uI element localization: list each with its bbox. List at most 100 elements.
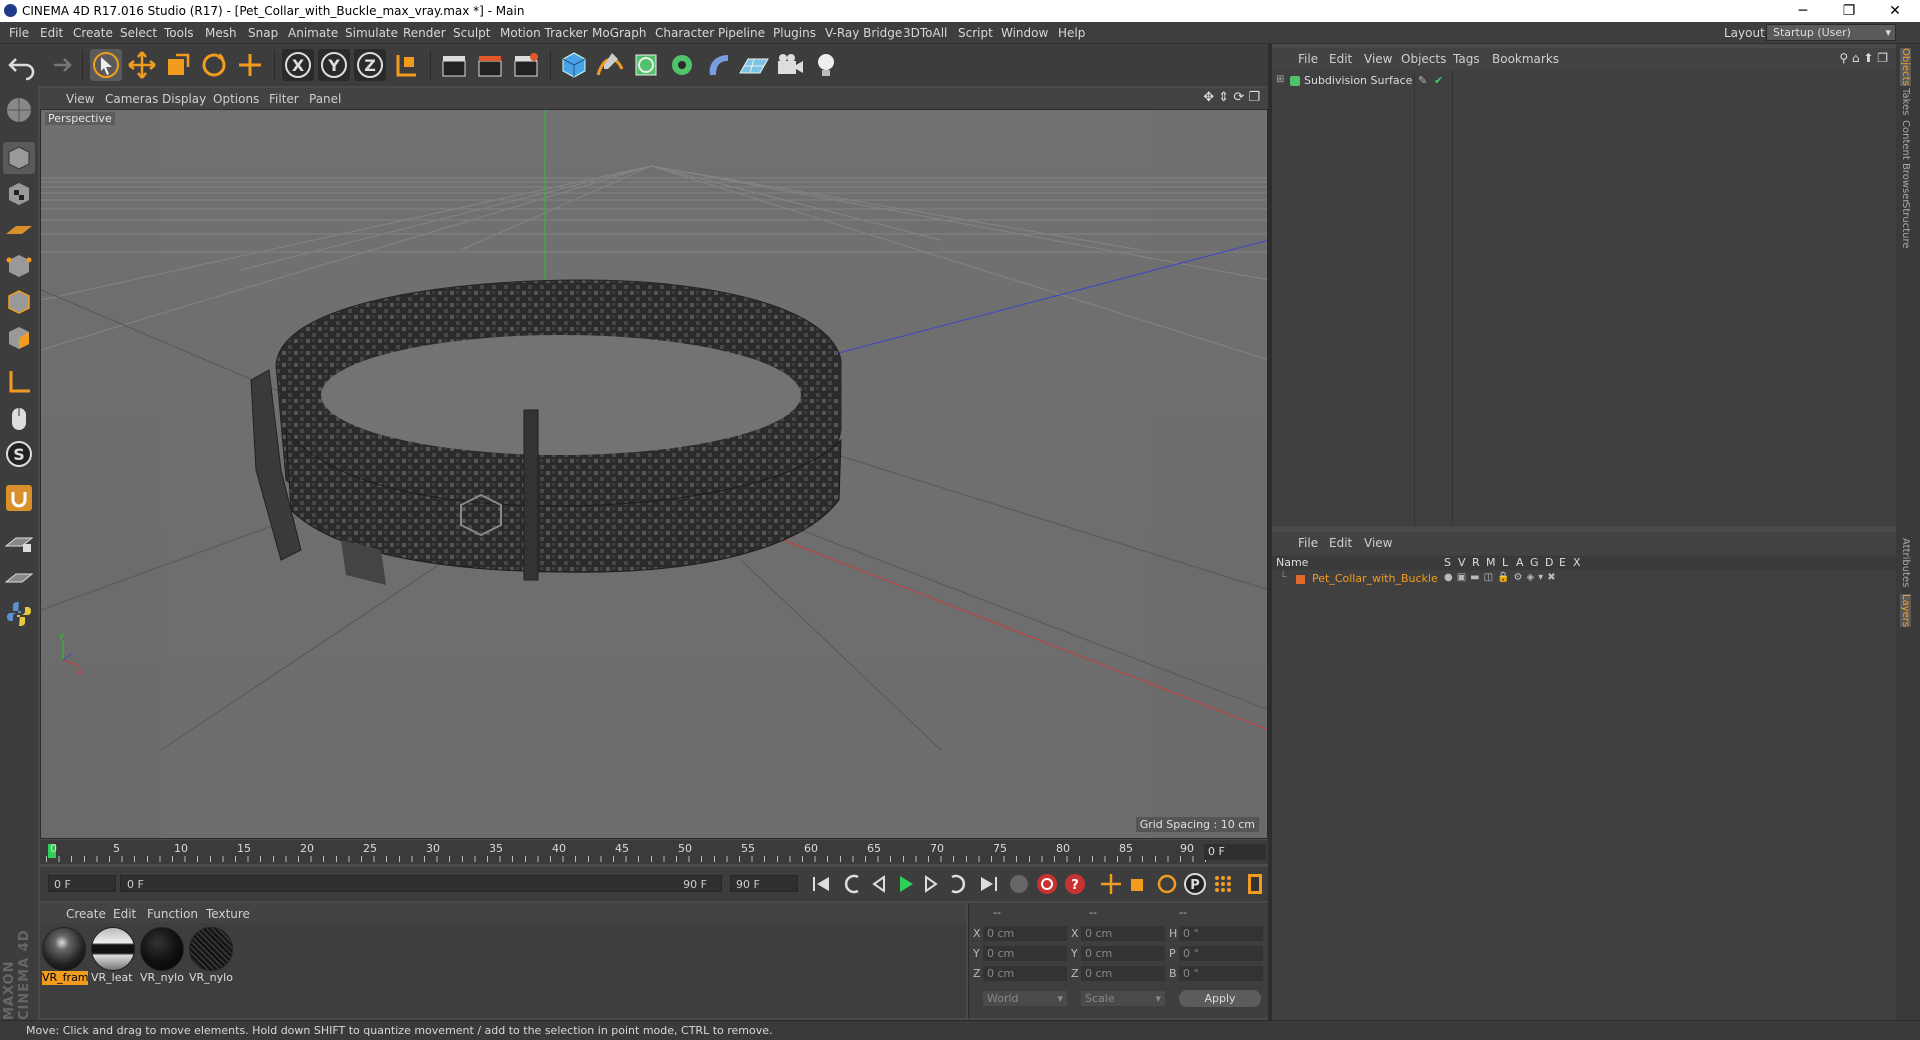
- edit-toggle-icon[interactable]: ✎: [1418, 74, 1427, 87]
- key-parameter-button[interactable]: P: [1182, 871, 1208, 897]
- menu-3dtoall[interactable]: 3DToAll: [903, 26, 947, 40]
- layer-menu-file[interactable]: File: [1298, 536, 1318, 550]
- menu-window[interactable]: Window: [1001, 26, 1048, 40]
- z-axis-button[interactable]: Z: [354, 49, 386, 81]
- position-x-field[interactable]: 0 cm: [983, 926, 1067, 941]
- perspective-viewport[interactable]: y x Perspective Grid Spacing : 10 cm: [40, 109, 1268, 839]
- obj-menu-edit[interactable]: Edit: [1329, 52, 1352, 66]
- next-key-button[interactable]: [944, 871, 970, 897]
- render-settings-button[interactable]: [510, 49, 542, 81]
- workplane-button[interactable]: [3, 214, 35, 246]
- column-r[interactable]: R: [1472, 556, 1480, 569]
- cube-button[interactable]: [558, 49, 590, 81]
- tab-objects[interactable]: Objects: [1900, 48, 1911, 86]
- position-z-field[interactable]: 0 cm: [983, 966, 1067, 981]
- menu-file[interactable]: File: [9, 26, 29, 40]
- material-swatch[interactable]: VR_fram: [42, 927, 88, 987]
- menu-plugins[interactable]: Plugins: [773, 26, 816, 40]
- column-l[interactable]: L: [1502, 556, 1508, 569]
- material-swatch[interactable]: VR_nylo: [189, 927, 235, 987]
- python-button[interactable]: [3, 598, 35, 630]
- size-y-field[interactable]: 0 cm: [1081, 946, 1165, 961]
- current-frame-field[interactable]: 0 F: [1204, 844, 1266, 860]
- layer-color-swatch[interactable]: [1296, 575, 1305, 584]
- record-button[interactable]: [1034, 871, 1060, 897]
- floor-button[interactable]: [738, 49, 770, 81]
- menu-tools[interactable]: Tools: [164, 26, 194, 40]
- tab-layers[interactable]: Layers: [1900, 594, 1911, 628]
- obj-menu-tags[interactable]: Tags: [1453, 52, 1480, 66]
- column-s[interactable]: S: [1444, 556, 1451, 569]
- model-mode-button[interactable]: [3, 142, 35, 174]
- obj-menu-file[interactable]: File: [1298, 52, 1318, 66]
- menu-mesh[interactable]: Mesh: [205, 26, 237, 40]
- menu-character[interactable]: Character: [655, 26, 714, 40]
- y-axis-button[interactable]: Y: [318, 49, 350, 81]
- menu-script[interactable]: Script: [958, 26, 993, 40]
- previous-key-button[interactable]: [840, 871, 866, 897]
- column-g[interactable]: G: [1530, 556, 1539, 569]
- tab-attributes[interactable]: Attributes: [1900, 538, 1911, 587]
- timeline-ruler[interactable]: 0 5 10 15 20 25 30 35 40 45 50 55 60 65 …: [40, 840, 1268, 864]
- play-button[interactable]: [892, 871, 918, 897]
- vp-menu-filter[interactable]: Filter: [269, 92, 299, 106]
- coordinate-mode-select[interactable]: World ▾: [983, 991, 1067, 1006]
- material-swatch[interactable]: VR_leat: [91, 927, 137, 987]
- menu-edit[interactable]: Edit: [40, 26, 63, 40]
- expand-icon[interactable]: ⊞: [1276, 74, 1284, 85]
- column-a[interactable]: A: [1516, 556, 1524, 569]
- column-m[interactable]: M: [1486, 556, 1496, 569]
- redo-button[interactable]: [42, 49, 74, 81]
- restore-button[interactable]: ❐: [1826, 0, 1872, 22]
- mat-menu-texture[interactable]: Texture: [206, 907, 250, 921]
- vp-menu-display[interactable]: Display: [162, 92, 206, 106]
- motion-path-button[interactable]: [1006, 871, 1032, 897]
- enable-snap-button[interactable]: [3, 482, 35, 514]
- mat-menu-create[interactable]: Create: [66, 907, 106, 921]
- key-rotation-button[interactable]: [1154, 871, 1180, 897]
- column-e[interactable]: E: [1559, 556, 1566, 569]
- material-swatch[interactable]: VR_nylo: [140, 927, 186, 987]
- position-y-field[interactable]: 0 cm: [983, 946, 1067, 961]
- menu-motion-tracker[interactable]: Motion Tracker: [500, 26, 588, 40]
- go-to-end-button[interactable]: [976, 871, 1002, 897]
- enabled-check-icon[interactable]: ✔: [1434, 74, 1443, 87]
- menu-vray-bridge[interactable]: V-Ray Bridge: [825, 26, 902, 40]
- coordinate-system-button[interactable]: [390, 49, 422, 81]
- scale-button[interactable]: [162, 49, 194, 81]
- menu-simulate[interactable]: Simulate: [345, 26, 398, 40]
- menu-create[interactable]: Create: [73, 26, 113, 40]
- rotation-b-field[interactable]: 0 °: [1179, 966, 1263, 981]
- obj-menu-bookmarks[interactable]: Bookmarks: [1492, 52, 1559, 66]
- timeline-button[interactable]: [1242, 871, 1268, 897]
- light-button[interactable]: [810, 49, 842, 81]
- menu-mograph[interactable]: MoGraph: [592, 26, 647, 40]
- tab-structure[interactable]: Structure: [1900, 202, 1911, 249]
- planar-workplane-button[interactable]: [3, 562, 35, 594]
- menu-render[interactable]: Render: [403, 26, 446, 40]
- rotate-button[interactable]: [198, 49, 230, 81]
- size-mode-select[interactable]: Scale ▾: [1081, 991, 1165, 1006]
- mat-menu-function[interactable]: Function: [147, 907, 198, 921]
- move-button[interactable]: [126, 49, 158, 81]
- points-mode-button[interactable]: [3, 250, 35, 282]
- vp-menu-cameras[interactable]: Cameras: [105, 92, 158, 106]
- viewport-nav-icons[interactable]: ✥ ⇕ ⟳ ❐: [1203, 90, 1260, 105]
- object-row-subdivision-surface[interactable]: ⊞ Subdivision Surface ✎ ✔: [1272, 74, 1896, 90]
- polygons-mode-button[interactable]: [3, 322, 35, 354]
- viewport-camera-label[interactable]: Perspective: [45, 112, 115, 125]
- layout-select[interactable]: Startup (User) ▾: [1766, 24, 1896, 41]
- next-frame-button[interactable]: [918, 871, 944, 897]
- rotation-h-field[interactable]: 0 °: [1179, 926, 1263, 941]
- minimize-button[interactable]: ─: [1780, 0, 1826, 22]
- deformer-button[interactable]: [702, 49, 734, 81]
- layer-toggle-icons[interactable]: ●▣▬◫🔒⚙◈▾✖: [1444, 572, 1560, 583]
- vp-menu-options[interactable]: Options: [213, 92, 259, 106]
- apply-button[interactable]: Apply: [1179, 990, 1261, 1007]
- object-name[interactable]: Subdivision Surface: [1304, 74, 1412, 87]
- snap-toggle-button[interactable]: S: [3, 438, 35, 470]
- go-to-start-button[interactable]: [808, 871, 834, 897]
- menu-help[interactable]: Help: [1058, 26, 1085, 40]
- layer-menu-view[interactable]: View: [1364, 536, 1392, 550]
- key-position-button[interactable]: [1098, 871, 1124, 897]
